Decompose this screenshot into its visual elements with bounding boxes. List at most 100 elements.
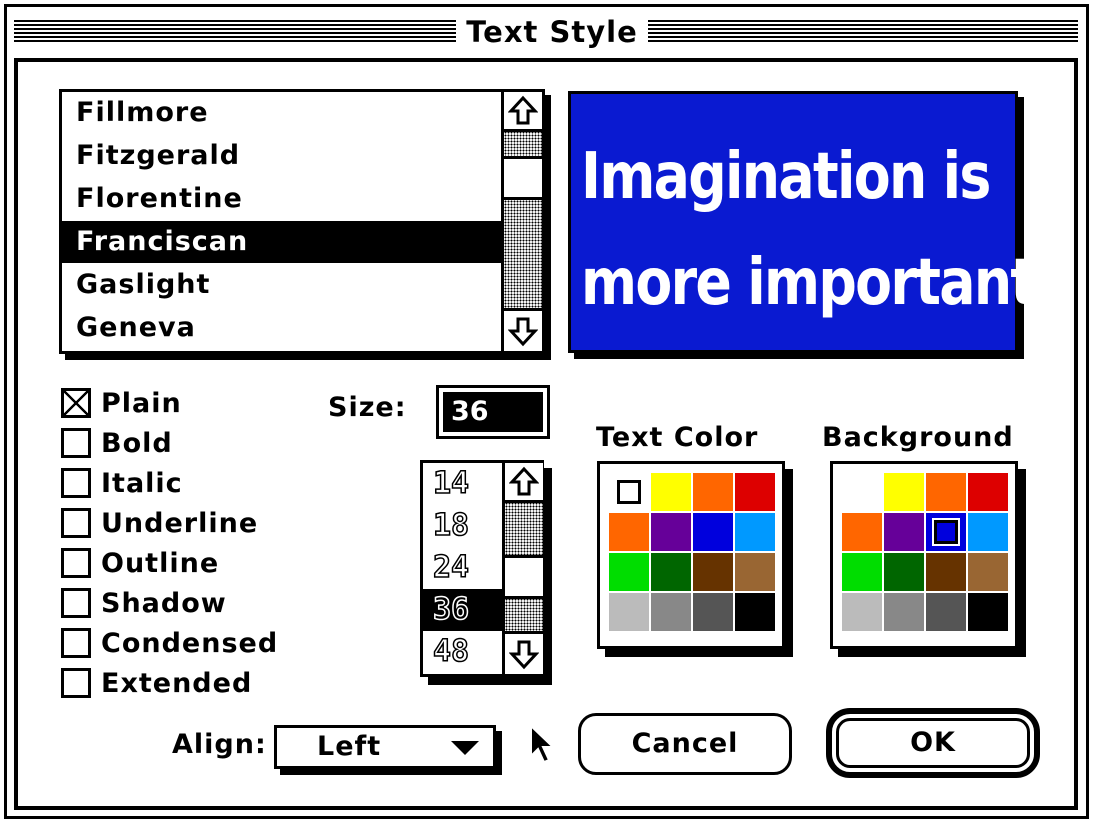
font-list[interactable]: Fillmore Fitzgerald Florentine Francisca… — [59, 89, 545, 354]
title-bar-stripes-left — [14, 20, 456, 44]
background-color-palette[interactable] — [830, 461, 1018, 649]
cancel-button[interactable]: Cancel — [578, 713, 792, 775]
text-color-swatch[interactable] — [693, 473, 733, 511]
style-label: Plain — [101, 387, 182, 419]
style-option-italic[interactable]: Italic — [61, 463, 183, 503]
size-label: Size: — [328, 392, 407, 423]
checkbox[interactable] — [61, 508, 91, 538]
style-option-shadow[interactable]: Shadow — [61, 583, 227, 623]
checkbox-checked[interactable] — [61, 388, 91, 418]
size-list-item[interactable]: 48 — [423, 631, 502, 673]
text-color-grid[interactable] — [608, 472, 775, 632]
text-color-swatch[interactable] — [651, 553, 691, 591]
font-list-item[interactable]: Gaslight — [62, 264, 501, 306]
background-color-swatch[interactable] — [842, 473, 882, 511]
background-color-swatch[interactable] — [884, 553, 924, 591]
selected-swatch-indicator — [615, 478, 643, 506]
style-option-bold[interactable]: Bold — [61, 423, 173, 463]
text-color-swatch[interactable] — [609, 513, 649, 551]
align-label: Align: — [172, 729, 267, 760]
style-label: Underline — [101, 507, 259, 539]
text-color-swatch[interactable] — [609, 593, 649, 631]
background-color-swatch[interactable] — [968, 513, 1008, 551]
size-list-item[interactable]: 18 — [423, 505, 502, 547]
size-list[interactable]: 14 18 24 36 48 — [420, 460, 544, 677]
background-color-swatch[interactable] — [842, 553, 882, 591]
background-color-swatch[interactable] — [884, 473, 924, 511]
size-list-item[interactable]: 14 — [423, 463, 502, 505]
style-option-plain[interactable]: Plain — [61, 383, 182, 423]
text-color-palette[interactable] — [597, 461, 785, 649]
down-arrow-icon — [509, 640, 539, 670]
selected-swatch-indicator — [932, 518, 960, 546]
font-list-item-selected[interactable]: Franciscan — [62, 221, 501, 263]
background-color-swatch[interactable] — [968, 553, 1008, 591]
font-list-item[interactable]: Florentine — [62, 178, 501, 220]
scroll-thumb[interactable] — [505, 555, 543, 599]
scroll-up-button[interactable] — [504, 92, 542, 132]
text-color-label: Text Color — [596, 422, 759, 453]
ok-button[interactable]: OK — [836, 718, 1030, 768]
text-color-swatch[interactable] — [735, 593, 775, 631]
style-label: Outline — [101, 547, 220, 579]
size-list-item[interactable]: 24 — [423, 547, 502, 589]
style-option-outline[interactable]: Outline — [61, 543, 219, 583]
text-color-swatch[interactable] — [693, 593, 733, 631]
title-bar-stripes-right — [648, 20, 1078, 44]
up-arrow-icon — [509, 466, 539, 495]
text-color-swatch[interactable] — [651, 473, 691, 511]
checkbox[interactable] — [61, 628, 91, 658]
checkbox[interactable] — [61, 428, 91, 458]
text-color-swatch[interactable] — [693, 553, 733, 591]
background-color-swatch[interactable] — [926, 473, 966, 511]
preview-line-1: Imagination is — [581, 140, 991, 214]
style-label: Extended — [101, 667, 253, 699]
size-list-item-selected[interactable]: 36 — [423, 589, 502, 631]
style-option-underline[interactable]: Underline — [61, 503, 258, 543]
text-color-swatch[interactable] — [735, 473, 775, 511]
font-list-item[interactable]: Fitzgerald — [62, 135, 501, 177]
scroll-down-button[interactable] — [504, 308, 542, 351]
background-color-swatch[interactable] — [926, 513, 966, 551]
text-color-swatch[interactable] — [693, 513, 733, 551]
checkbox[interactable] — [61, 468, 91, 498]
text-color-swatch[interactable] — [651, 593, 691, 631]
font-list-item[interactable]: Fillmore — [62, 92, 501, 134]
checkbox[interactable] — [61, 588, 91, 618]
style-label: Condensed — [101, 627, 279, 659]
triangle-down-icon — [451, 741, 479, 755]
checkbox[interactable] — [61, 668, 91, 698]
background-color-swatch[interactable] — [926, 553, 966, 591]
align-select[interactable]: Left — [274, 725, 496, 769]
scroll-thumb[interactable] — [504, 156, 542, 200]
background-color-swatch[interactable] — [926, 593, 966, 631]
text-color-swatch[interactable] — [609, 473, 649, 511]
up-arrow-icon — [508, 95, 538, 124]
checkbox[interactable] — [61, 548, 91, 578]
background-color-swatch[interactable] — [842, 593, 882, 631]
style-option-extended[interactable]: Extended — [61, 663, 252, 703]
background-color-swatch[interactable] — [884, 593, 924, 631]
text-color-swatch[interactable] — [651, 513, 691, 551]
size-field-value[interactable]: 36 — [443, 392, 543, 432]
down-arrow-icon — [508, 317, 538, 347]
background-color-swatch[interactable] — [884, 513, 924, 551]
size-field[interactable]: 36 — [436, 385, 550, 439]
background-color-swatch[interactable] — [968, 473, 1008, 511]
scroll-up-button[interactable] — [505, 463, 543, 503]
text-preview: Imagination is more important — [568, 91, 1036, 353]
font-list-scrollbar[interactable] — [501, 92, 542, 351]
ok-button-default-ring[interactable]: OK — [826, 708, 1040, 778]
background-color-swatch[interactable] — [842, 513, 882, 551]
background-color-grid[interactable] — [841, 472, 1008, 632]
background-color-swatch[interactable] — [968, 593, 1008, 631]
size-list-scrollbar[interactable] — [502, 463, 543, 674]
style-option-condensed[interactable]: Condensed — [61, 623, 278, 663]
font-list-item[interactable]: Geneva — [62, 307, 501, 349]
text-color-swatch[interactable] — [735, 553, 775, 591]
scroll-down-button[interactable] — [505, 631, 543, 674]
arrow-pointer-icon — [530, 724, 556, 764]
style-label: Italic — [101, 467, 183, 499]
text-color-swatch[interactable] — [609, 553, 649, 591]
text-color-swatch[interactable] — [735, 513, 775, 551]
